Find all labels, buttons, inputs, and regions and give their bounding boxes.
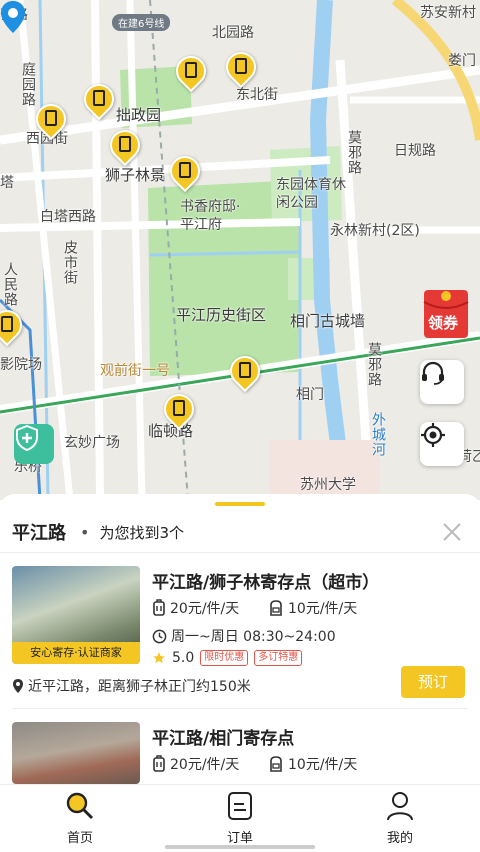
sheet-header: 平江路 • 为您找到3个 xyxy=(0,512,480,552)
bottom-tab-bar: 首页 订单 我的 xyxy=(0,784,480,852)
backpack-price-text: 10元/件/天 xyxy=(288,601,358,617)
rating-value: 5.0 xyxy=(172,650,195,666)
tab-orders-label: 订单 xyxy=(226,831,253,846)
map-label: 人民路 xyxy=(2,262,18,307)
map-label: 白塔西路 xyxy=(40,209,96,225)
map-label: 拙政园 xyxy=(116,106,162,124)
map-label: 苏安新村 xyxy=(420,5,476,21)
map-label: 观前街一号 xyxy=(100,363,170,379)
storage-pin[interactable] xyxy=(157,387,201,431)
map-label: 塔 xyxy=(0,175,14,191)
opening-hours: 周一~周日 08:30~24:00 xyxy=(152,626,336,646)
result-count-text: 为您找到3个 xyxy=(99,523,184,542)
storage-pin[interactable] xyxy=(77,77,121,121)
tab-profile-label: 我的 xyxy=(386,831,413,846)
promo-chip: 限时优惠 xyxy=(200,650,249,666)
backpack-price: 10元/件/天 xyxy=(268,754,357,774)
opening-hours-text: 周一~周日 08:30~24:00 xyxy=(171,629,336,645)
orders-icon xyxy=(228,792,252,820)
location-icon xyxy=(13,679,23,693)
store-name: 平江路/相门寄存点 xyxy=(152,729,295,749)
map-label: 庭园路 xyxy=(20,62,36,107)
store-address: 近平江路，距离狮子林正门约150米 xyxy=(12,676,251,696)
coupon-button[interactable]: 领券 xyxy=(420,284,472,340)
storage-pin[interactable] xyxy=(219,45,263,89)
metro-line-badge: 在建6号线 xyxy=(112,14,171,31)
shield-plus-icon xyxy=(16,424,38,452)
store-name: 平江路/狮子林寄存点（超市） xyxy=(152,573,380,593)
home-indicator xyxy=(165,845,315,849)
tab-profile[interactable]: 我的 xyxy=(360,791,440,846)
map-label: 外城河 xyxy=(370,412,386,457)
storage-pin[interactable] xyxy=(29,97,73,141)
backpack-price-text: 10元/件/天 xyxy=(288,757,358,773)
map-label: 北园路 xyxy=(212,25,254,41)
map-label: 书香府邸·平江府 xyxy=(180,199,241,233)
user-icon xyxy=(387,792,413,821)
map-label: 相门古城墙 xyxy=(290,312,366,330)
store-card[interactable]: 平江路/相门寄存点 20元/件/天 10元/件/天 xyxy=(0,722,480,784)
storage-pin[interactable] xyxy=(103,123,147,167)
map-label: 莫邪路 xyxy=(366,342,382,387)
certified-tag: 安心寄存·认证商家 xyxy=(12,642,140,664)
tab-orders[interactable]: 订单 xyxy=(200,791,280,846)
results-sheet: 平江路 • 为您找到3个 安心寄存·认证商家 平江路/狮子林寄存点（超市） 20… xyxy=(0,494,480,784)
search-icon xyxy=(66,792,94,820)
close-icon[interactable] xyxy=(438,518,466,546)
map-label: 皮市街 xyxy=(62,240,78,285)
store-address-text: 近平江路，距离狮子林正门约150米 xyxy=(28,679,251,695)
map-label: 相门 xyxy=(296,387,324,403)
map-label: 莫邪路 xyxy=(346,130,362,175)
backpack-icon xyxy=(270,600,282,616)
coupon-label: 领券 xyxy=(428,314,459,332)
map-label: 苏州大学 xyxy=(300,477,356,493)
map-label: 永林新村(2区) xyxy=(330,223,420,239)
map-label: 东北街 xyxy=(236,87,278,103)
separator-dot: • xyxy=(80,522,90,542)
promo-chip: 多订特惠 xyxy=(254,650,303,666)
map-label: 东园体育休闲公园 xyxy=(276,177,346,211)
rating-row: 5.0 限时优惠 多订特惠 xyxy=(152,650,303,666)
map-view[interactable]: 在建6号线 北园路 苏安新村 娄门 齐路 庭园路 拙政园 东北街 西园街 狮子林… xyxy=(0,0,480,500)
store-thumbnail xyxy=(12,722,140,784)
storage-pin[interactable] xyxy=(169,49,213,93)
luggage-price: 20元/件/天 xyxy=(152,754,239,774)
map-label: 娄门 xyxy=(448,53,476,69)
luggage-price: 20元/件/天 xyxy=(152,598,239,618)
suitcase-icon xyxy=(153,599,165,616)
location-marker-icon xyxy=(1,1,25,33)
safety-button[interactable] xyxy=(14,424,54,464)
tab-home-label: 首页 xyxy=(66,831,93,846)
map-label: 影院场 xyxy=(0,357,42,373)
luggage-price-text: 20元/件/天 xyxy=(170,601,240,617)
customer-service-button[interactable] xyxy=(420,360,464,404)
storage-pin[interactable] xyxy=(223,349,267,393)
store-thumbnail: 安心寄存·认证商家 xyxy=(12,566,140,664)
crosshair-icon xyxy=(421,423,445,447)
divider xyxy=(12,708,468,709)
map-label: 平江历史街区 xyxy=(176,306,267,324)
backpack-price: 10元/件/天 xyxy=(268,598,357,618)
storage-pin[interactable] xyxy=(0,303,29,347)
tab-home[interactable]: 首页 xyxy=(40,791,120,846)
divider xyxy=(0,552,480,553)
clock-icon xyxy=(152,629,167,643)
backpack-icon xyxy=(270,756,282,772)
luggage-price-text: 20元/件/天 xyxy=(170,757,240,773)
suitcase-icon xyxy=(153,755,165,772)
headset-icon xyxy=(422,361,444,385)
sheet-drag-handle[interactable] xyxy=(215,502,265,506)
map-label: 日规路 xyxy=(394,143,436,159)
storage-pin[interactable] xyxy=(163,149,207,193)
store-card[interactable]: 安心寄存·认证商家 平江路/狮子林寄存点（超市） 20元/件/天 10元/件/天… xyxy=(0,566,480,706)
map-label: 狮子林景 xyxy=(105,166,166,184)
star-icon xyxy=(153,652,165,664)
locate-me-button[interactable] xyxy=(420,422,464,466)
map-label: 玄妙广场 xyxy=(64,435,120,451)
book-button[interactable]: 预订 xyxy=(401,666,465,698)
search-location-title: 平江路 xyxy=(12,523,66,544)
